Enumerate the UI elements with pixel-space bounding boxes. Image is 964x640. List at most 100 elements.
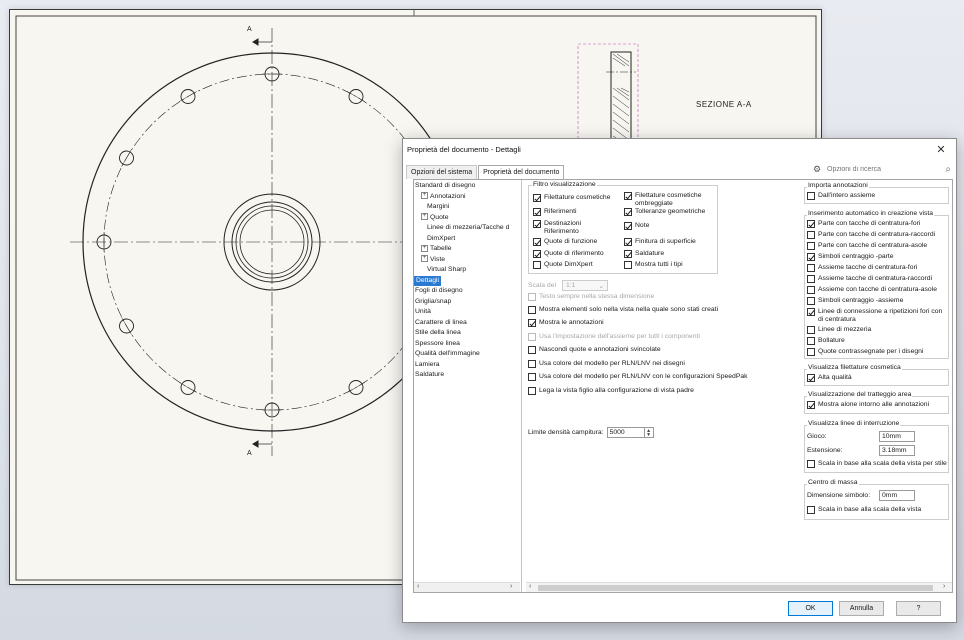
tree-item-7[interactable]: + Viste: [421, 255, 445, 265]
option-4-checkbox[interactable]: [528, 346, 536, 354]
auto-item-5-checkbox[interactable]: [807, 275, 815, 283]
auto-item-1-checkbox[interactable]: [807, 231, 815, 239]
filter-right-1[interactable]: Tolleranze geometriche: [624, 208, 705, 216]
panel-scroll-right-icon[interactable]: ›: [943, 583, 945, 590]
option-7[interactable]: Lega la vista figlio alla configurazione…: [528, 387, 694, 395]
cosmetic-item-0-checkbox[interactable]: [807, 374, 815, 382]
option-0-checkbox[interactable]: [528, 293, 536, 301]
auto-item-5[interactable]: Assieme tacche di centratura-raccordi: [807, 275, 932, 283]
filter-right-2-checkbox[interactable]: [624, 222, 632, 230]
cancel-button[interactable]: Annulla: [839, 601, 884, 616]
filter-right-4-checkbox[interactable]: [624, 250, 632, 258]
ok-button[interactable]: OK: [788, 601, 833, 616]
auto-item-4-checkbox[interactable]: [807, 264, 815, 272]
tree-item-10[interactable]: Fogli di disegno: [415, 286, 463, 296]
auto-item-10[interactable]: Bollature: [807, 337, 845, 345]
tree-item-18[interactable]: Saldature: [415, 370, 444, 380]
tree-item-11[interactable]: Griglia/snap: [415, 297, 451, 307]
tree-item-4[interactable]: Linee di mezzeria/Tacche d: [427, 223, 509, 233]
filter-left-4[interactable]: Quote di riferimento: [533, 250, 604, 258]
mass-scale[interactable]: Scala in base alla scala della vista: [807, 506, 921, 514]
filter-left-2[interactable]: Destinazioni Riferimento: [533, 220, 581, 236]
auto-item-9-checkbox[interactable]: [807, 326, 815, 334]
filter-left-0-checkbox[interactable]: [533, 194, 541, 202]
option-2[interactable]: Mostra le annotazioni: [528, 319, 604, 327]
mass-scale-checkbox[interactable]: [807, 506, 815, 514]
filter-right-3[interactable]: Finitura di superficie: [624, 238, 696, 246]
filter-left-1-checkbox[interactable]: [533, 208, 541, 216]
expand-icon[interactable]: +: [421, 244, 428, 252]
tree-item-1[interactable]: + Annotazioni: [421, 192, 466, 202]
filter-left-2-checkbox[interactable]: [533, 220, 541, 228]
hatch-item-0-checkbox[interactable]: [807, 401, 815, 409]
auto-item-4[interactable]: Assieme tacche di centratura-fori: [807, 264, 917, 272]
cosmetic-item-0[interactable]: Alta qualità: [807, 374, 852, 382]
filter-left-5[interactable]: Quote DimXpert: [533, 261, 593, 269]
auto-item-3-checkbox[interactable]: [807, 253, 815, 261]
auto-item-6-checkbox[interactable]: [807, 286, 815, 294]
tab-document-properties[interactable]: Proprietà del documento: [478, 165, 565, 179]
scroll-right-icon[interactable]: ›: [510, 583, 512, 590]
auto-item-7[interactable]: Simboli centraggio -assieme: [807, 297, 903, 305]
option-1-checkbox[interactable]: [528, 306, 536, 314]
filter-right-0-checkbox[interactable]: [624, 192, 632, 200]
tab-system-options[interactable]: Opzioni del sistema: [406, 165, 478, 179]
panel-horizontal-scrollbar[interactable]: ‹ ›: [526, 582, 952, 592]
search-icon[interactable]: ⌕: [945, 164, 951, 175]
filter-left-5-checkbox[interactable]: [533, 261, 541, 269]
filter-left-3[interactable]: Quote di funzione: [533, 238, 597, 246]
tree-horizontal-scrollbar[interactable]: ‹ ›: [414, 582, 520, 592]
tree-item-5[interactable]: DimXpert: [427, 234, 455, 244]
break-scale[interactable]: Scala in base alla scala della vista per…: [807, 460, 947, 468]
tree-item-9[interactable]: Dettagli: [414, 275, 442, 286]
auto-item-7-checkbox[interactable]: [807, 297, 815, 305]
filter-left-0[interactable]: Filettature cosmetiche: [533, 194, 611, 202]
tree-item-2[interactable]: Margini: [427, 202, 449, 212]
tree-item-6[interactable]: + Tabelle: [421, 244, 452, 254]
tree-item-15[interactable]: Spessore linea: [415, 339, 460, 349]
scroll-thumb[interactable]: [538, 585, 933, 591]
filter-right-5-checkbox[interactable]: [624, 261, 632, 269]
filter-right-4[interactable]: Saldature: [624, 250, 664, 258]
auto-item-11[interactable]: Quote contrassegnate per i disegni: [807, 348, 923, 356]
panel-scroll-left-icon[interactable]: ‹: [529, 583, 531, 590]
tree-item-8[interactable]: Virtual Sharp: [427, 265, 466, 275]
option-2-checkbox[interactable]: [528, 319, 536, 327]
help-button[interactable]: ?: [896, 601, 941, 616]
tree-item-14[interactable]: Stile della linea: [415, 328, 461, 338]
tree-item-12[interactable]: Unità: [415, 307, 431, 317]
auto-item-8[interactable]: Linee di connessione a ripetizioni fori …: [807, 308, 942, 324]
option-4[interactable]: Nascondi quote e annotazioni svincolate: [528, 346, 661, 354]
filter-right-2[interactable]: Note: [624, 222, 649, 230]
filter-right-3-checkbox[interactable]: [624, 238, 632, 246]
filter-right-0[interactable]: Filettature cosmetiche ombreggiate: [624, 192, 702, 208]
tree-item-17[interactable]: Lamiera: [415, 360, 440, 370]
symbol-size-input[interactable]: 0mm: [879, 490, 915, 501]
option-6-checkbox[interactable]: [528, 373, 536, 381]
filter-right-1-checkbox[interactable]: [624, 208, 632, 216]
option-6[interactable]: Usa colore del modello per RLN/LNV con l…: [528, 373, 748, 381]
option-5-checkbox[interactable]: [528, 360, 536, 368]
auto-item-6[interactable]: Assieme con tacche di centratura-asole: [807, 286, 937, 294]
auto-item-10-checkbox[interactable]: [807, 337, 815, 345]
option-3-checkbox[interactable]: [528, 333, 536, 341]
break-scale-checkbox[interactable]: [807, 460, 815, 468]
search-input[interactable]: [827, 166, 933, 173]
auto-item-11-checkbox[interactable]: [807, 348, 815, 356]
auto-item-1[interactable]: Parte con tacche di centratura-raccordi: [807, 231, 935, 239]
option-7-checkbox[interactable]: [528, 387, 536, 395]
filter-left-3-checkbox[interactable]: [533, 238, 541, 246]
expand-icon[interactable]: +: [421, 192, 428, 200]
auto-item-3[interactable]: Simboli centraggio -parte: [807, 253, 894, 261]
gap-input[interactable]: 10mm: [879, 431, 915, 442]
tree-item-13[interactable]: Carattere di linea: [415, 318, 467, 328]
hatch-limit-input[interactable]: 5000: [606, 427, 645, 438]
expand-icon[interactable]: +: [421, 213, 428, 221]
hatch-limit-spinner[interactable]: ▲ ▼: [644, 427, 654, 438]
close-icon[interactable]: ✕: [934, 143, 948, 156]
import-item-0-checkbox[interactable]: [807, 192, 815, 200]
scroll-left-icon[interactable]: ‹: [417, 583, 419, 590]
option-0[interactable]: Testo sempre nella stessa dimensione: [528, 293, 654, 301]
hatch-item-0[interactable]: Mostra alone intorno alle annotazioni: [807, 401, 929, 409]
auto-item-2-checkbox[interactable]: [807, 242, 815, 250]
